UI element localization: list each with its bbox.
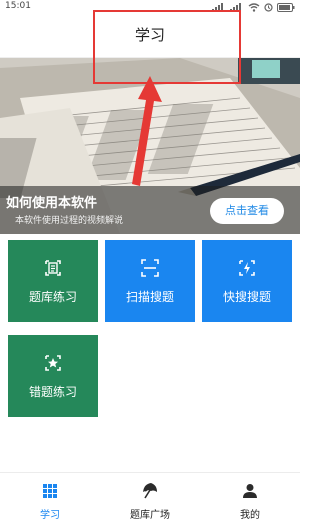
bottom-nav: 学习 题库广场 我的 — [0, 472, 300, 528]
annotation-highlight-box — [93, 10, 241, 84]
alarm-icon — [264, 2, 273, 12]
umbrella-icon — [143, 483, 157, 499]
nav-label: 学习 — [40, 510, 60, 521]
nav-item-mine[interactable]: 我的 — [200, 473, 300, 528]
nav-label: 题库广场 — [130, 510, 170, 521]
wifi-icon — [248, 2, 260, 12]
annotation-arrow-icon — [132, 76, 162, 186]
tile-label: 题库练习 — [28, 290, 77, 304]
banner-title: 如何使用本软件 — [6, 196, 98, 211]
tile-quick-search[interactable]: 快搜搜题 — [202, 240, 292, 322]
tile-scan-search[interactable]: 扫描搜题 — [105, 240, 195, 322]
scan-icon — [141, 259, 159, 277]
nav-item-study[interactable]: 学习 — [0, 473, 100, 528]
tile-label: 扫描搜题 — [125, 290, 174, 304]
tile-label: 错题练习 — [28, 385, 77, 399]
tile-label: 快搜搜题 — [222, 290, 271, 304]
quick-search-icon — [239, 260, 255, 276]
tile-wrong-question-practice[interactable]: 错题练习 — [8, 335, 98, 417]
banner-subtitle: 本软件使用过程的视频解说 — [15, 216, 124, 226]
star-badge-icon — [45, 355, 61, 371]
person-icon — [243, 484, 257, 498]
status-time: 15:01 — [5, 1, 31, 11]
battery-icon — [277, 2, 295, 12]
document-icon — [45, 260, 61, 276]
nav-label: 我的 — [240, 510, 260, 521]
nav-item-question-square[interactable]: 题库广场 — [100, 473, 200, 528]
grid-icon — [43, 484, 57, 498]
view-button[interactable]: 点击查看 — [210, 198, 284, 224]
tile-question-bank-practice[interactable]: 题库练习 — [8, 240, 98, 322]
